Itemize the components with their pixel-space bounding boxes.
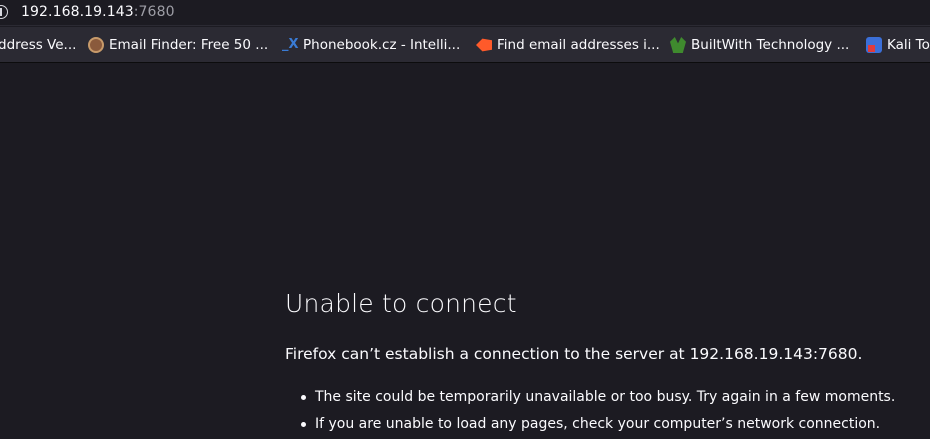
error-description: Firefox can’t establish a connection to … (285, 345, 863, 363)
bookmark-find-email[interactable]: Find email addresses i... (476, 27, 660, 63)
bookmark-label: BuiltWith Technology ... (691, 37, 850, 53)
bookmark-phonebook[interactable]: _X Phonebook.cz - Intelli... (282, 27, 460, 63)
bookmark-email-finder[interactable]: Email Finder: Free 50 ... (88, 27, 268, 63)
bookmark-address-verifier[interactable]: ddress Ve... (0, 27, 76, 63)
url-port: :7680 (133, 4, 175, 20)
info-icon[interactable] (0, 5, 8, 19)
bookmark-builtwith[interactable]: BuiltWith Technology ... (670, 27, 849, 63)
bookmark-label: Kali To (887, 37, 930, 53)
error-suggestions: The site could be temporarily unavailabl… (301, 384, 895, 438)
bookmark-label: ddress Ve... (0, 37, 77, 53)
bookmark-label: Find email addresses i... (497, 37, 660, 53)
url-text[interactable]: 192.168.19.143:7680 (21, 3, 175, 21)
hunter-icon (476, 38, 492, 52)
list-item: If you are unable to load any pages, che… (301, 411, 895, 438)
error-page: Unable to connect Firefox can’t establis… (0, 64, 930, 439)
builtwith-icon (670, 37, 686, 53)
url-host: 192.168.19.143 (21, 4, 134, 20)
error-title: Unable to connect (285, 289, 517, 318)
list-item: The site could be temporarily unavailabl… (301, 384, 895, 411)
phonebook-icon: _X (282, 37, 299, 52)
bookmarks-toolbar: ddress Ve... Email Finder: Free 50 ... _… (0, 27, 930, 63)
bookmark-kali-tools[interactable]: Kali To (866, 27, 930, 63)
email-finder-icon (88, 37, 104, 53)
kali-icon (866, 37, 882, 53)
bookmark-label: Phonebook.cz - Intelli... (303, 37, 461, 53)
bookmark-label: Email Finder: Free 50 ... (109, 37, 269, 53)
url-bar[interactable]: 192.168.19.143:7680 (0, 0, 930, 26)
